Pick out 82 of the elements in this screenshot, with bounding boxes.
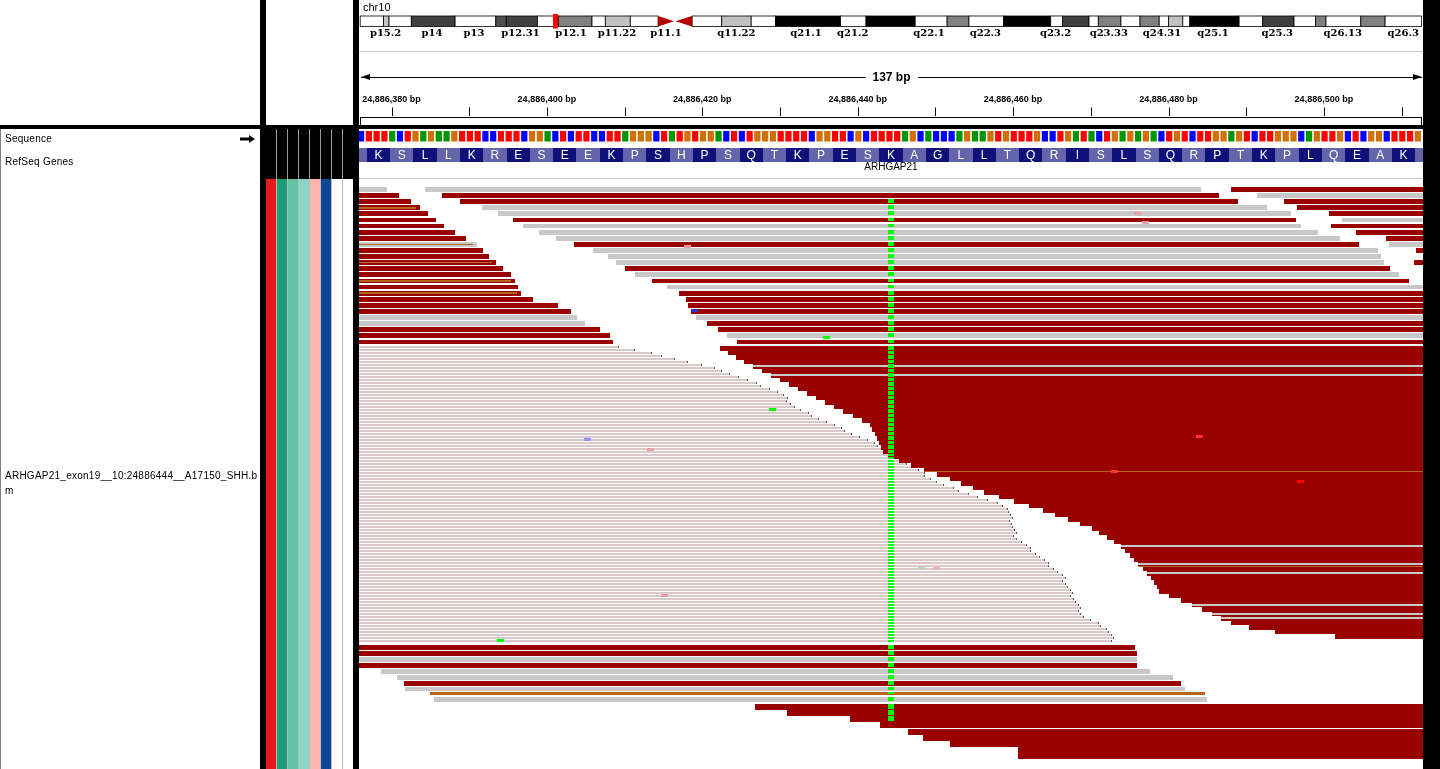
track-name: m xyxy=(5,484,14,498)
position-label: 24,886,500 bp xyxy=(1294,94,1354,104)
amino-acid: T xyxy=(762,148,787,162)
band-label: p15.2 xyxy=(369,27,402,38)
amino-acid: P xyxy=(1275,148,1299,162)
track-name: Sequence xyxy=(5,133,53,145)
amino-acid: P xyxy=(692,148,717,162)
amino-acid: H xyxy=(669,148,693,162)
position-label: 24,886,400 bp xyxy=(517,94,577,104)
amino-acid: S xyxy=(856,148,880,162)
amino-acid: Q xyxy=(1158,148,1183,162)
span-length: 137 bp xyxy=(872,70,911,84)
amino-acid: Q xyxy=(739,148,763,162)
amino-acid: S xyxy=(529,148,554,162)
band-label: p11.22 xyxy=(597,27,637,38)
amino-acid: K xyxy=(1391,148,1416,162)
amino-acid: T xyxy=(1228,148,1253,162)
track-name: RefSeq Genes xyxy=(5,156,74,168)
amino-acid: A xyxy=(902,148,926,162)
band-label: q25.1 xyxy=(1197,27,1229,38)
band-label: p12.1 xyxy=(555,27,587,38)
track-name: ARHGAP21_exon19__10:24886444__A17150_SHH.b xyxy=(5,469,258,483)
amino-acid: E xyxy=(1345,148,1369,162)
amino-acid: E xyxy=(553,148,577,162)
amino-acid: K xyxy=(1252,148,1276,162)
position-label: 24,886,380 bp xyxy=(362,94,421,104)
amino-acid: K xyxy=(786,148,810,162)
band-label: p13 xyxy=(463,27,485,38)
band-label: q22.1 xyxy=(913,27,945,38)
gene-name: ARHGAP21 xyxy=(864,162,918,172)
amino-acid: R xyxy=(1042,148,1066,162)
amino-acid: S xyxy=(1135,148,1159,162)
position-label: 24,886,480 bp xyxy=(1139,94,1198,104)
amino-acid: L xyxy=(1298,148,1322,162)
band-label: p14 xyxy=(421,27,443,38)
amino-acid: A xyxy=(1368,148,1392,162)
band-label: q11.22 xyxy=(717,27,756,38)
band-label: q22.3 xyxy=(969,27,1002,38)
band-label: q23.2 xyxy=(1039,27,1072,38)
amino-acid: L xyxy=(436,148,460,162)
band-label: q26.13 xyxy=(1323,27,1362,38)
amino-acid: E xyxy=(576,148,600,162)
position-label: 24,886,440 bp xyxy=(828,94,887,104)
amino-acid: L xyxy=(972,148,996,162)
band-label: q24.31 xyxy=(1142,27,1182,38)
amino-acid: K xyxy=(879,148,903,162)
amino-acid: I xyxy=(1065,148,1089,162)
amino-acid: Q xyxy=(1019,148,1043,162)
amino-acid: L xyxy=(1112,148,1136,162)
amino-acid: R xyxy=(483,148,507,162)
band-label: q21.2 xyxy=(837,27,869,38)
amino-acid: E xyxy=(506,148,530,162)
amino-acid: E xyxy=(832,148,857,162)
amino-acid: Q xyxy=(1321,148,1346,162)
chromosome-name: chr10 xyxy=(363,1,391,14)
position-label: 24,886,420 bp xyxy=(673,94,732,104)
band-label: p11.1 xyxy=(650,27,682,38)
amino-acid: S xyxy=(1089,148,1113,162)
chromosome-ideogram[interactable] xyxy=(359,13,1423,29)
partial-codon xyxy=(359,148,367,162)
band-label: q21.1 xyxy=(790,27,822,38)
amino-acid: L xyxy=(949,148,973,162)
amino-acid: P xyxy=(623,148,647,162)
amino-acid: K xyxy=(599,148,624,162)
amino-acid: R xyxy=(1182,148,1206,162)
band-label: q23.33 xyxy=(1089,27,1128,38)
amino-acid: T xyxy=(995,148,1020,162)
right-arrow-icon[interactable] xyxy=(240,135,255,143)
amino-acid: L xyxy=(413,148,437,162)
amino-acid: G xyxy=(925,148,950,162)
amino-acid: S xyxy=(390,148,414,162)
partial-codon xyxy=(1415,148,1423,162)
amino-acid: S xyxy=(646,148,670,162)
amino-acid: S xyxy=(716,148,740,162)
band-label: q26.3 xyxy=(1387,27,1419,38)
band-label: q25.3 xyxy=(1261,27,1293,38)
position-label: 24,886,460 bp xyxy=(983,94,1043,104)
amino-acid: P xyxy=(809,148,833,162)
amino-acid: K xyxy=(366,148,391,162)
amino-acid: P xyxy=(1205,148,1229,162)
band-label: p12.31 xyxy=(501,27,540,38)
amino-acid: K xyxy=(460,148,484,162)
